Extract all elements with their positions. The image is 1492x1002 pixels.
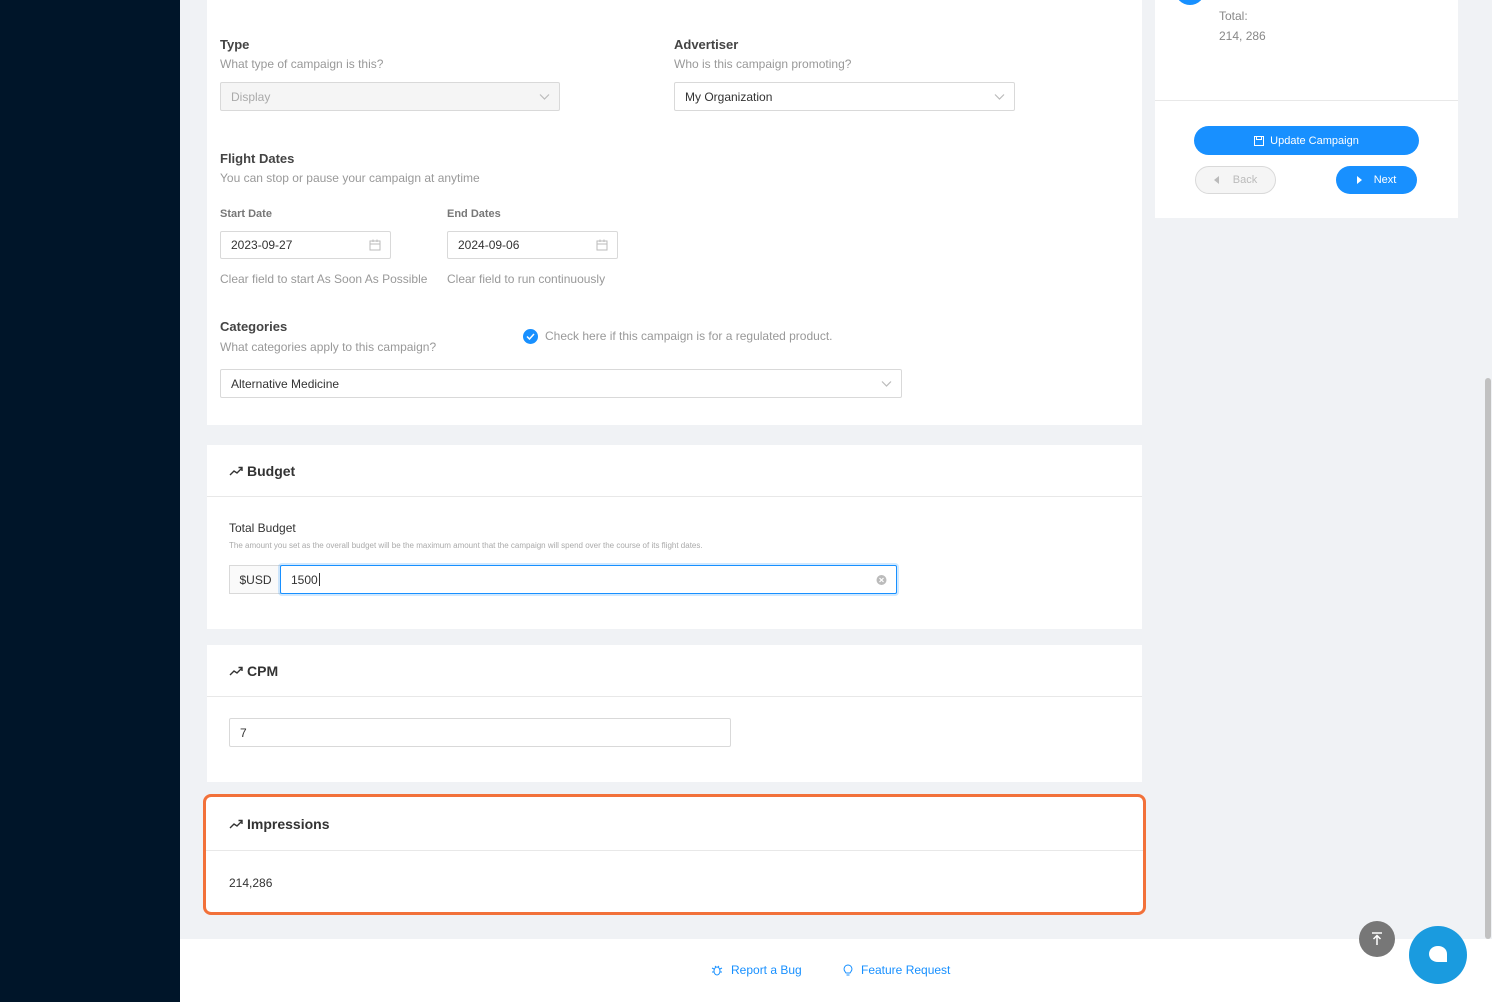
cpm-value: 7	[240, 725, 247, 740]
trend-up-icon	[229, 819, 243, 828]
clear-icon[interactable]	[876, 574, 887, 585]
impressions-value: 214,286	[229, 876, 273, 890]
type-select[interactable]: Display	[220, 82, 560, 111]
caret-right-icon	[1356, 176, 1362, 184]
end-date-label: End Dates	[447, 208, 501, 220]
budget-header: Budget	[207, 445, 1142, 497]
impressions-title: Impressions	[247, 815, 330, 832]
check-icon	[526, 333, 535, 340]
scrollbar-track	[1482, 0, 1492, 939]
total-budget-help: The amount you set as the overall budget…	[229, 541, 703, 550]
impressions-card: Impressions 214,286	[203, 794, 1146, 915]
chat-button[interactable]	[1409, 926, 1467, 984]
actions-panel: Update Campaign Back Next	[1155, 101, 1458, 218]
start-date-input[interactable]: 2023-09-27	[220, 231, 391, 259]
next-label: Next	[1373, 174, 1397, 186]
feature-request-link[interactable]: Feature Request	[843, 963, 950, 977]
currency-addon: $USD	[229, 565, 281, 594]
feature-request-label: Feature Request	[861, 963, 951, 977]
regulated-checkbox-label[interactable]: Check here if this campaign is for a reg…	[545, 329, 832, 343]
back-label: Back	[1232, 174, 1258, 186]
back-button[interactable]: Back	[1195, 166, 1276, 194]
text-cursor	[318, 573, 320, 586]
total-budget-value: 1500	[291, 572, 318, 587]
bulb-icon	[843, 964, 853, 976]
report-bug-label: Report a Bug	[731, 963, 802, 977]
categories-help: What categories apply to this campaign?	[220, 340, 437, 354]
end-date-help: Clear field to run continuously	[447, 272, 606, 286]
start-date-label: Start Date	[220, 208, 272, 220]
caret-left-icon	[1213, 176, 1219, 184]
campaign-details-card: Type What type of campaign is this? Disp…	[207, 0, 1142, 425]
categories-label: Categories	[220, 319, 288, 334]
advertiser-help: Who is this campaign promoting?	[674, 57, 852, 71]
categories-select[interactable]: Alternative Medicine	[220, 369, 902, 398]
cpm-input[interactable]: 7	[229, 718, 731, 747]
budget-title: Budget	[247, 462, 296, 479]
chat-icon	[1429, 946, 1447, 962]
total-label: Total:	[1219, 9, 1248, 23]
trend-up-icon	[229, 666, 243, 675]
advertiser-select[interactable]: My Organization	[674, 82, 1015, 111]
cpm-title: CPM	[247, 662, 279, 679]
scrollbar-thumb[interactable]	[1485, 378, 1491, 939]
type-label: Type	[220, 37, 250, 52]
back-to-top-button[interactable]	[1359, 921, 1395, 957]
total-budget-input[interactable]: 1500	[280, 565, 897, 594]
next-button[interactable]: Next	[1336, 166, 1417, 194]
end-date-input[interactable]: 2024-09-06	[447, 231, 618, 259]
chevron-down-icon	[994, 93, 1005, 100]
report-bug-link[interactable]: Report a Bug	[711, 963, 802, 977]
step-dot	[1175, 0, 1205, 5]
type-help: What type of campaign is this?	[220, 57, 384, 71]
sidebar	[0, 0, 180, 1002]
end-date-value: 2024-09-06	[458, 238, 520, 252]
calendar-icon[interactable]	[596, 239, 608, 251]
flight-dates-help: You can stop or pause your campaign at a…	[220, 171, 480, 185]
currency-label: $USD	[239, 572, 272, 587]
trend-up-icon	[229, 466, 243, 475]
bug-icon	[711, 965, 723, 976]
arrow-up-icon	[1372, 932, 1382, 945]
type-select-value: Display	[231, 89, 271, 104]
start-date-value: 2023-09-27	[231, 238, 293, 252]
chevron-down-icon	[539, 93, 550, 100]
chevron-down-icon	[881, 380, 892, 387]
calendar-icon[interactable]	[369, 239, 381, 251]
advertiser-select-value: My Organization	[685, 89, 773, 104]
main-content: Type What type of campaign is this? Disp…	[180, 0, 1492, 1002]
footer: Report a Bug Feature Request	[180, 939, 1492, 1002]
categories-select-value: Alternative Medicine	[231, 376, 340, 391]
cpm-card: CPM 7	[207, 645, 1142, 782]
summary-panel: Total: 214, 286	[1155, 0, 1458, 101]
update-campaign-label: Update Campaign	[1270, 134, 1359, 147]
save-icon	[1254, 135, 1265, 146]
update-campaign-button[interactable]: Update Campaign	[1194, 126, 1419, 155]
total-value: 214, 286	[1219, 29, 1266, 43]
start-date-help: Clear field to start As Soon As Possible	[220, 272, 428, 286]
regulated-checkbox[interactable]	[523, 329, 538, 344]
budget-card: Budget Total Budget The amount you set a…	[207, 445, 1142, 629]
cpm-header: CPM	[207, 645, 1142, 697]
impressions-header: Impressions	[206, 797, 1143, 851]
advertiser-label: Advertiser	[674, 37, 739, 52]
flight-dates-label: Flight Dates	[220, 151, 295, 166]
total-budget-label: Total Budget	[229, 521, 296, 535]
